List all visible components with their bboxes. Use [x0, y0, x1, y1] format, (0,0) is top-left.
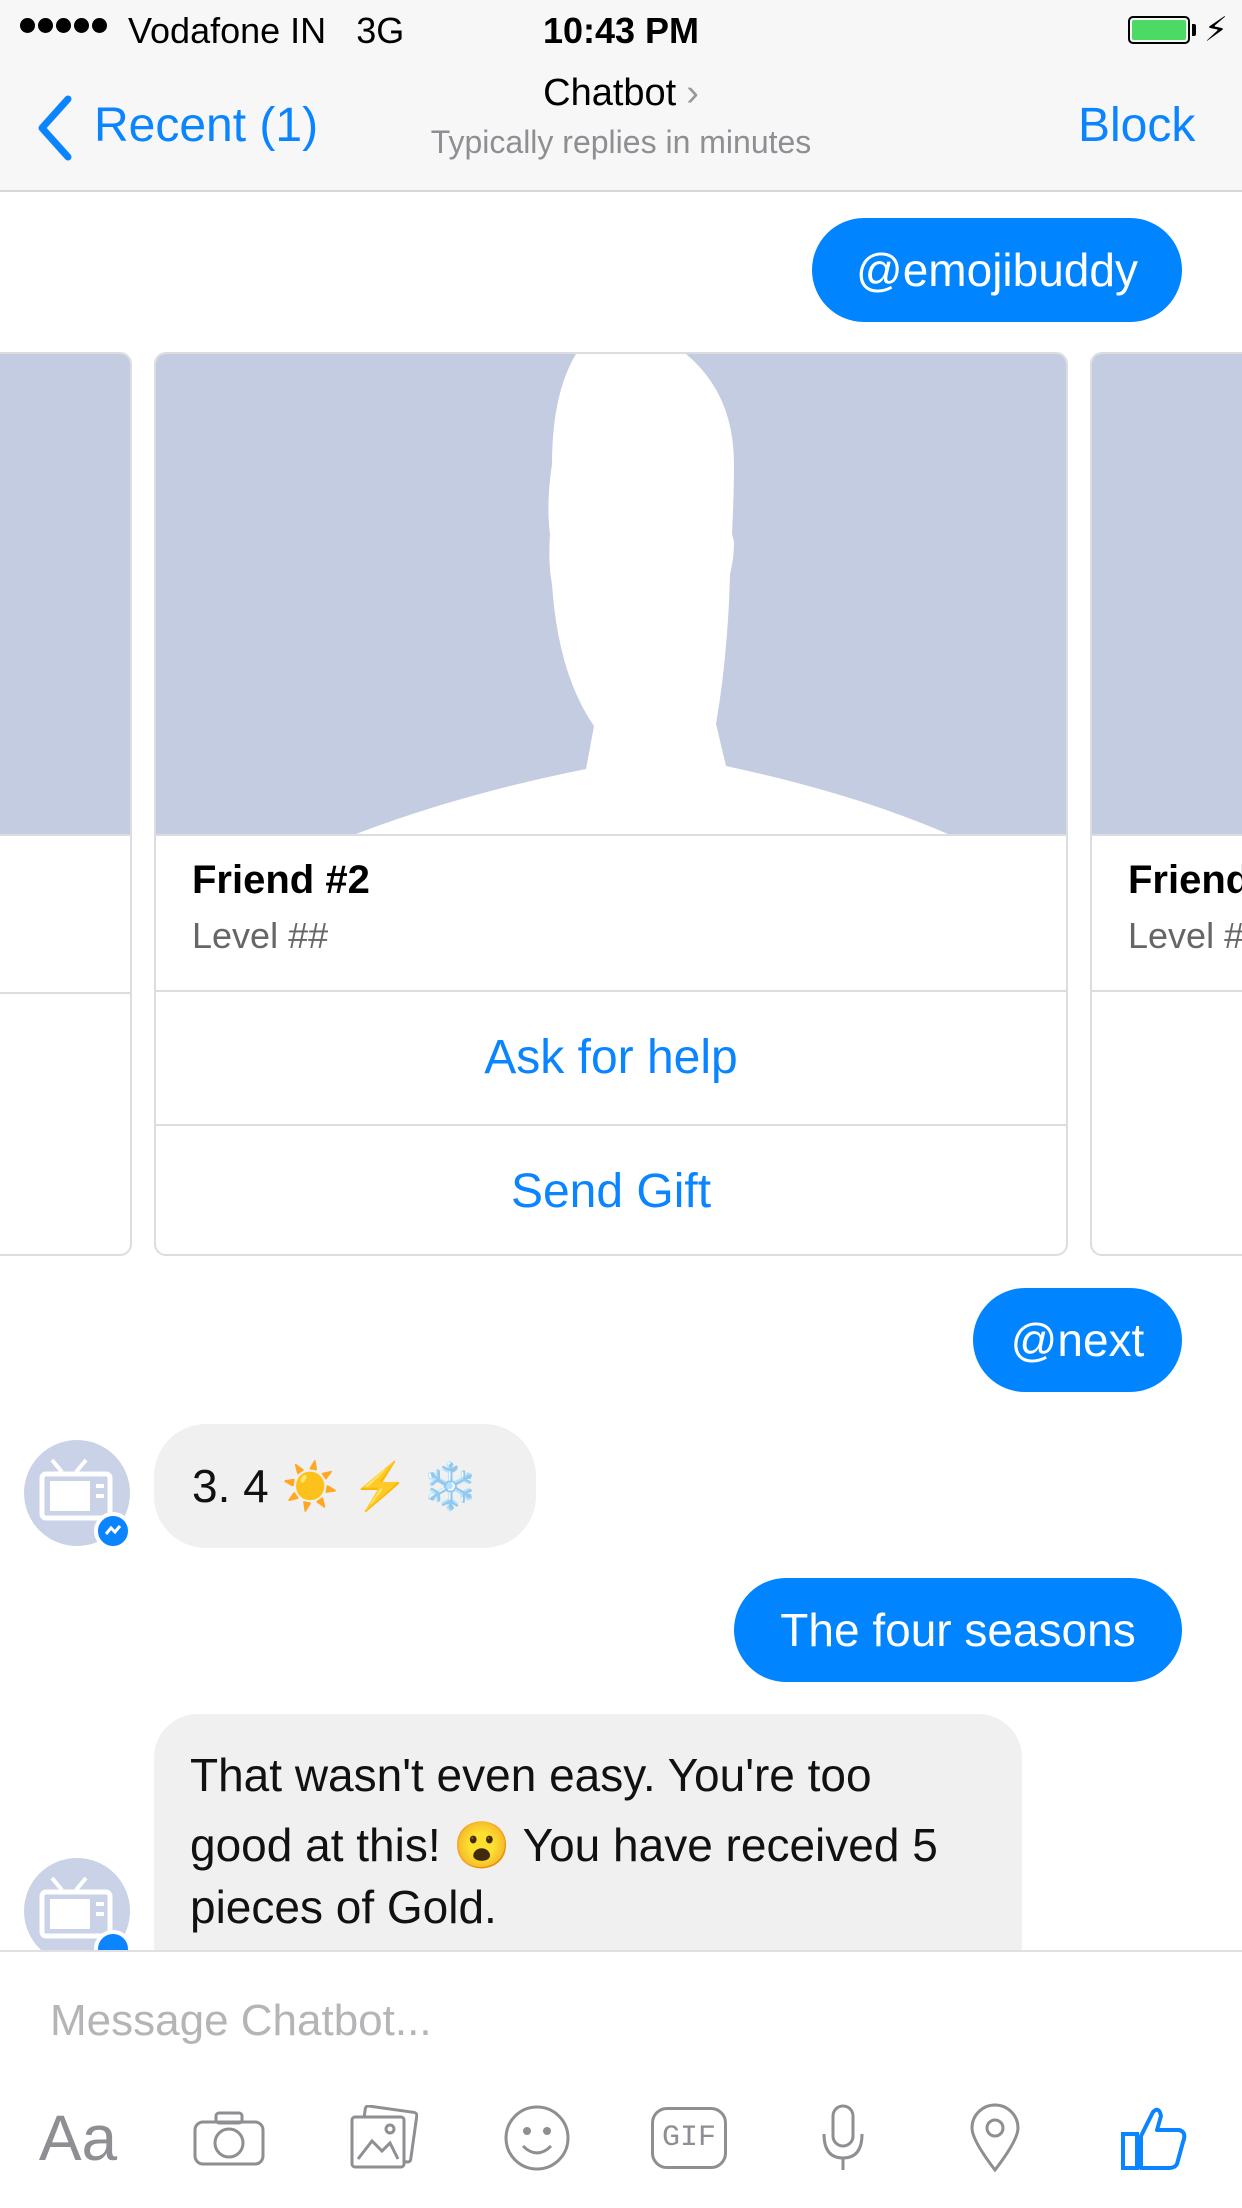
messenger-badge-icon: [94, 1512, 132, 1550]
incoming-message: 3. 4 ☀️ ⚡ ❄️: [154, 1424, 536, 1548]
like-icon[interactable]: [1106, 2098, 1202, 2178]
charging-icon: ⚡︎: [1204, 11, 1228, 49]
card-subtitle: Level ##: [192, 915, 329, 956]
send-gift-button[interactable]: Send Gift: [156, 1124, 1066, 1254]
friend-card-next[interactable]: Friend Level #: [1090, 352, 1242, 1256]
microphone-icon[interactable]: [800, 2098, 886, 2178]
outgoing-message: @next: [973, 1288, 1182, 1392]
camera-icon[interactable]: [186, 2098, 272, 2178]
battery-icon: [1128, 16, 1190, 44]
friend-card-previous[interactable]: [0, 352, 132, 1256]
emoji-icon[interactable]: [494, 2098, 580, 2178]
message-input[interactable]: [48, 1990, 1152, 2052]
chat-title[interactable]: Chatbot ›: [0, 72, 1242, 115]
incoming-message: That wasn't even easy. You're too good a…: [154, 1714, 1022, 1950]
gallery-icon[interactable]: [340, 2098, 426, 2178]
silhouette-icon: [356, 354, 948, 834]
chat-subtitle: Typically replies in minutes: [430, 124, 812, 160]
card-title: Friend #2: [192, 858, 370, 902]
chevron-right-icon: ›: [686, 72, 699, 114]
card-title: Friend: [1128, 858, 1242, 902]
ask-for-help-button[interactable]: Ask for help: [156, 990, 1066, 1124]
friend-card[interactable]: Friend #2 Level ## Ask for help Send Gif…: [154, 352, 1068, 1256]
outgoing-message: The four seasons: [734, 1578, 1182, 1682]
outgoing-message: @emojibuddy: [812, 218, 1182, 322]
location-icon[interactable]: [952, 2098, 1038, 2178]
card-subtitle: Level #: [1128, 915, 1242, 956]
clock: 10:43 PM: [542, 10, 700, 51]
battery-tip: [1192, 24, 1196, 36]
block-button[interactable]: Block: [1078, 98, 1195, 153]
friend-avatar-image: [156, 354, 1066, 834]
text-format-icon[interactable]: Aa: [30, 2098, 126, 2178]
gif-icon[interactable]: GIF: [646, 2098, 732, 2178]
